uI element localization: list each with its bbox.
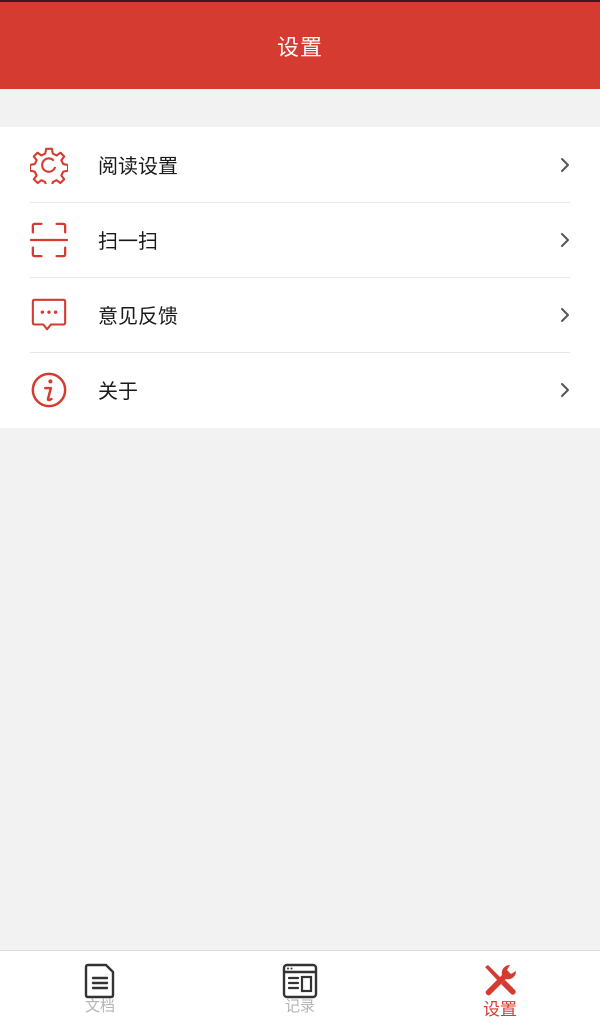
- info-icon: [30, 371, 68, 409]
- settings-menu: 阅读设置 扫一扫 意见反馈 关于: [0, 127, 600, 428]
- tab-label: 设置: [483, 1000, 517, 1020]
- nav-header: 设置: [0, 0, 600, 89]
- tab-label: 文档: [84, 997, 115, 1015]
- menu-item-label: 阅读设置: [98, 154, 178, 178]
- menu-item-scan[interactable]: 扫一扫: [0, 202, 600, 277]
- tab-settings[interactable]: 设置: [400, 951, 600, 1033]
- gear-icon: [30, 146, 68, 184]
- bottom-tab-bar: 文档 记录 设置: [0, 950, 600, 1033]
- tab-label: 记录: [284, 997, 315, 1015]
- menu-item-label: 意见反馈: [98, 304, 178, 328]
- feedback-icon: [30, 296, 68, 334]
- chevron-right-icon: [558, 381, 572, 399]
- tab-records[interactable]: 记录: [200, 951, 400, 1033]
- menu-item-reading-settings[interactable]: 阅读设置: [0, 127, 600, 202]
- menu-item-about[interactable]: 关于: [0, 352, 600, 427]
- page-title: 设置: [276, 35, 323, 61]
- menu-item-feedback[interactable]: 意见反馈: [0, 277, 600, 352]
- menu-item-label: 扫一扫: [98, 229, 158, 253]
- scan-icon: [30, 221, 68, 259]
- app-screen: 设置 阅读设置 扫一扫 意见反馈 关于 文档 记录 设置: [0, 0, 600, 1033]
- chevron-right-icon: [558, 306, 572, 324]
- chevron-right-icon: [558, 156, 572, 174]
- menu-item-label: 关于: [98, 379, 138, 403]
- tab-documents[interactable]: 文档: [0, 951, 200, 1033]
- chevron-right-icon: [558, 231, 572, 249]
